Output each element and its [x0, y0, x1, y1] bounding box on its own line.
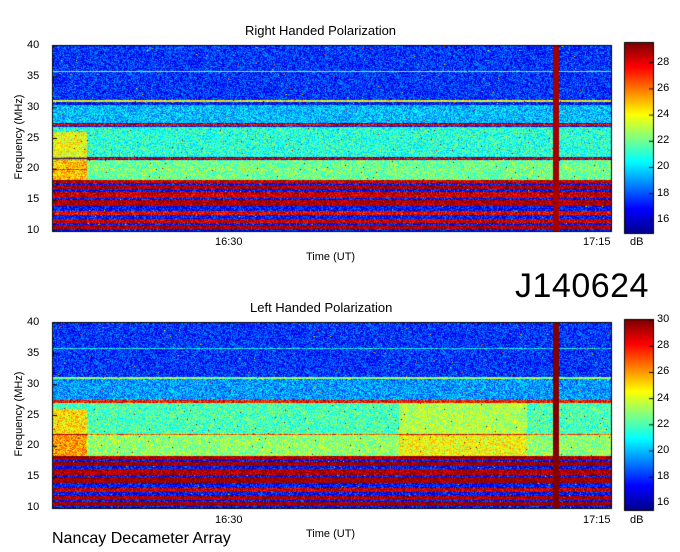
colorbar-tick-24: 24 — [657, 391, 670, 404]
colorbar-tick-22: 22 — [657, 134, 670, 147]
y-tick-10: 10 — [27, 501, 40, 513]
bottom-chart-title: Left Handed Polarization — [250, 300, 393, 315]
bottom-x-axis-label: Time (UT) — [306, 528, 356, 540]
colorbar-tick-18: 18 — [657, 186, 670, 199]
colorbar-tick-22: 22 — [657, 417, 670, 430]
colorbar-tick-16: 16 — [657, 212, 670, 225]
y-tick-30: 30 — [27, 377, 40, 390]
colorbar-tick-26: 26 — [657, 365, 670, 378]
top-x-tick-2: 17:15 — [583, 236, 611, 248]
colorbar-tick-28: 28 — [657, 55, 670, 68]
colorbar-tick-20: 20 — [657, 444, 670, 457]
y-tick-35: 35 — [27, 346, 40, 359]
footer-credit: Nancay Decameter Array — [52, 530, 231, 547]
bottom-y-axis-label: Frequency (MHz) — [13, 371, 25, 457]
colorbar-tick-20: 20 — [657, 160, 670, 173]
y-tick-20: 20 — [27, 162, 40, 175]
colorbar-tick-28: 28 — [657, 339, 670, 352]
y-tick-40: 40 — [27, 316, 40, 328]
y-tick-15: 15 — [27, 193, 40, 206]
top-chart-title: Right Handed Polarization — [245, 23, 397, 38]
observation-id: J140624 — [515, 267, 649, 305]
spectrogram-figure: Right Handed Polarization Time (UT) Freq… — [0, 0, 680, 552]
colorbar-tick-30: 30 — [657, 313, 670, 325]
y-tick-15: 15 — [27, 470, 40, 483]
y-tick-10: 10 — [27, 224, 40, 236]
y-tick-30: 30 — [27, 100, 40, 113]
colorbar-tick-18: 18 — [657, 470, 670, 483]
top-x-tick-1: 16:30 — [215, 236, 243, 248]
top-y-axis-label: Frequency (MHz) — [13, 94, 25, 180]
y-tick-20: 20 — [27, 439, 40, 452]
bottom-colorbar-unit: dB — [630, 514, 644, 526]
colorbar-tick-16: 16 — [657, 496, 670, 509]
colorbar-tick-26: 26 — [657, 81, 670, 94]
bottom-x-tick-2: 17:15 — [583, 514, 611, 526]
y-tick-40: 40 — [27, 39, 40, 51]
y-tick-25: 25 — [27, 131, 40, 144]
colorbar-tick-24: 24 — [657, 108, 670, 121]
top-colorbar-unit: dB — [630, 236, 644, 248]
y-tick-25: 25 — [27, 408, 40, 421]
top-x-axis-label: Time (UT) — [306, 251, 356, 263]
bottom-x-tick-1: 16:30 — [215, 514, 243, 526]
y-tick-35: 35 — [27, 69, 40, 82]
